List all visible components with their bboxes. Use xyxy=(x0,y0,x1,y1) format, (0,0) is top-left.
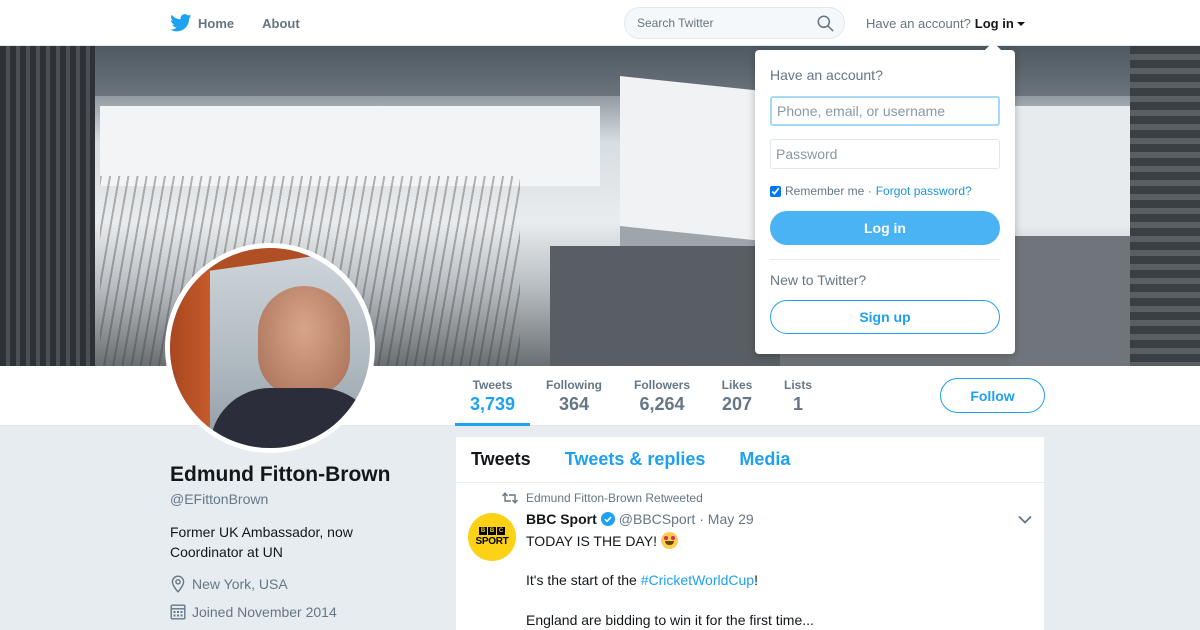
stat-followers[interactable]: Followers 6,264 xyxy=(628,366,696,426)
bbc-logo-letter: C xyxy=(497,527,505,535)
profile-location: New York, USA xyxy=(170,575,288,593)
search-icon[interactable] xyxy=(817,15,834,32)
tweet-text: England are bidding to win it for the fi… xyxy=(526,612,814,628)
retweet-icon xyxy=(502,492,518,504)
stat-tweets[interactable]: Tweets 3,739 xyxy=(455,366,530,426)
dropdown-title: Have an account? xyxy=(770,67,883,83)
new-to-twitter-text: New to Twitter? xyxy=(770,272,867,288)
profile-bio: Former UK Ambassador, now Coordinator at… xyxy=(170,524,353,560)
remember-row: Remember me · Forgot password? xyxy=(770,184,1000,198)
tweet-date[interactable]: · May 29 xyxy=(699,511,753,527)
remember-me-label[interactable]: Remember me · xyxy=(785,184,872,198)
account-login-toggle[interactable]: Have an account? Log in xyxy=(866,16,1025,31)
stat-value: 207 xyxy=(721,394,753,414)
stat-label: Tweets xyxy=(472,378,513,392)
follow-button[interactable]: Follow xyxy=(940,378,1045,413)
login-dropdown: Have an account? Remember me · Forgot pa… xyxy=(755,42,1015,354)
stat-following[interactable]: Following 364 xyxy=(540,366,608,426)
stat-label: Following xyxy=(546,378,602,392)
signup-button[interactable]: Sign up xyxy=(770,300,1000,334)
hashtag-link[interactable]: #CricketWorldCup xyxy=(641,572,754,588)
tweet-author-avatar[interactable]: B B C SPORT xyxy=(468,513,516,561)
nav-left: Home About xyxy=(170,0,328,46)
nav-home[interactable]: Home xyxy=(170,14,234,32)
remember-me-checkbox[interactable] xyxy=(770,185,781,197)
twitter-bird-icon xyxy=(170,14,192,32)
location-icon xyxy=(171,575,185,593)
bbc-sport-logo-text: SPORT xyxy=(475,536,509,547)
nav-about[interactable]: About xyxy=(262,16,300,31)
retweet-context-text: Edmund Fitton-Brown Retweeted xyxy=(526,491,703,505)
timeline-tabs: Tweets Tweets & replies Media xyxy=(456,437,1044,483)
username-input[interactable] xyxy=(770,96,1000,126)
profile-avatar[interactable] xyxy=(165,243,375,453)
tweet-author-handle[interactable]: @BBCSport xyxy=(619,511,695,527)
stat-value: 3,739 xyxy=(469,394,516,414)
nav-home-label: Home xyxy=(198,15,235,31)
tweet-text: TODAY IS THE DAY! xyxy=(526,533,657,549)
profile-name[interactable]: Edmund Fitton-Brown xyxy=(170,463,390,487)
login-link[interactable]: Log in xyxy=(975,16,1014,31)
login-button[interactable]: Log in xyxy=(770,211,1000,245)
forgot-password-link[interactable]: Forgot password? xyxy=(876,184,972,198)
profile-location-text: New York, USA xyxy=(192,576,288,592)
account-prompt: Have an account? xyxy=(866,16,971,31)
tweet-text-line: TODAY IS THE DAY! xyxy=(526,532,678,549)
tweet-author-name[interactable]: BBC Sport xyxy=(526,511,597,527)
retweet-context[interactable]: Edmund Fitton-Brown Retweeted xyxy=(502,491,703,505)
profile-handle[interactable]: @EFittonBrown xyxy=(170,491,268,507)
caret-down-icon xyxy=(1016,21,1025,26)
stat-label: Followers xyxy=(633,378,690,392)
verified-icon xyxy=(600,512,615,526)
top-navigation-bar: Home About Have an account? Log in xyxy=(0,0,1200,46)
tab-tweets[interactable]: Tweets xyxy=(471,449,531,470)
search-input[interactable] xyxy=(637,16,807,30)
tab-tweets-replies[interactable]: Tweets & replies xyxy=(565,449,706,470)
profile-joined-text: Joined November 2014 xyxy=(192,603,337,620)
bbc-logo-letter: B xyxy=(488,527,496,535)
chevron-down-icon[interactable] xyxy=(1018,515,1032,524)
stat-likes[interactable]: Likes 207 xyxy=(716,366,758,426)
nav-about-label: About xyxy=(262,15,300,31)
tweet-text-line: England are bidding to win it for the fi… xyxy=(526,612,814,628)
tweet-text: ! xyxy=(754,572,758,588)
stat-label: Lists xyxy=(783,378,812,392)
bbc-logo-letter: B xyxy=(479,527,487,535)
divider xyxy=(770,259,1000,260)
password-input[interactable] xyxy=(770,139,1000,169)
calendar-icon xyxy=(170,604,186,620)
star-struck-emoji-icon xyxy=(660,532,678,549)
stat-label: Likes xyxy=(721,378,753,392)
profile-joined: Joined November 2014 xyxy=(170,603,337,620)
tweet-header: BBC Sport @BBCSport · May 29 xyxy=(526,511,754,527)
tab-media[interactable]: Media xyxy=(739,449,790,470)
tweet-text-line: It's the start of the #CricketWorldCup! xyxy=(526,572,758,588)
timeline: Tweets Tweets & replies Media Edmund Fit… xyxy=(456,437,1044,630)
search-box[interactable] xyxy=(624,7,845,39)
tweet-text: It's the start of the xyxy=(526,572,641,588)
stat-value: 1 xyxy=(792,394,803,414)
stat-value: 6,264 xyxy=(639,394,685,414)
stat-value: 364 xyxy=(558,394,590,414)
stat-lists[interactable]: Lists 1 xyxy=(778,366,818,426)
